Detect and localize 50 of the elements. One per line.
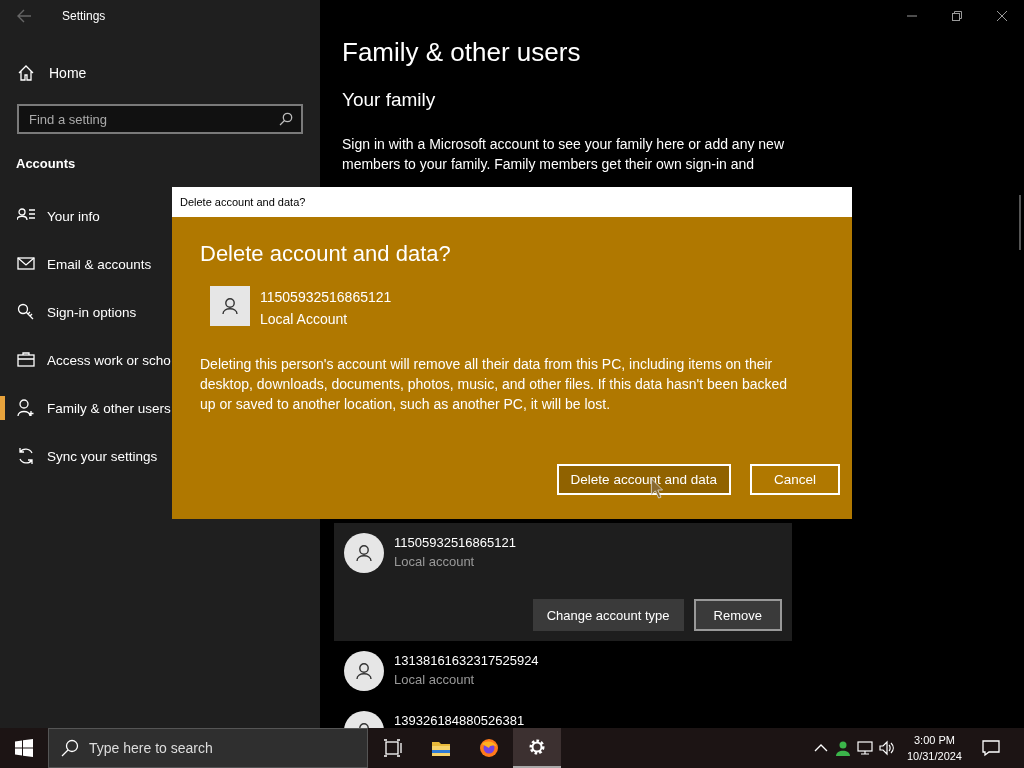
clock[interactable]: 3:00 PM 10/31/2024 — [906, 732, 962, 764]
person-icon[interactable] — [834, 740, 851, 756]
volume-icon[interactable] — [878, 740, 895, 756]
network-icon[interactable] — [856, 740, 873, 756]
account-type: Local Account — [260, 310, 349, 329]
section-title: Your family — [342, 88, 437, 112]
notification-icon[interactable] — [982, 739, 1000, 757]
description-text: Sign in with a Microsoft account to see your family here or add any new members to your family. Family members get their own sign-in and — [342, 135, 785, 174]
nav-item[interactable]: Sync your settings — [0, 432, 320, 480]
taskbar-app[interactable] — [513, 728, 561, 768]
account-name: 11505932516865121 — [260, 288, 392, 307]
key-icon — [17, 303, 35, 321]
window-title: Settings — [62, 9, 106, 23]
search-field[interactable]: Find a setting — [29, 106, 279, 132]
account-button[interactable]: Change account type — [532, 599, 684, 631]
warning-text: Deleting this person's account will remove all their data from this PC, including items on their desktop, downloads, documents, photos, music, and other files. If this data hasn't been backed up or saved to another location, such as another PC, it will be lost. — [200, 355, 789, 414]
user-row[interactable]: 13138161632317525924 Local account — [334, 641, 792, 701]
home-icon — [17, 64, 35, 82]
mail-icon — [17, 255, 35, 273]
search-icon — [279, 112, 293, 126]
user-name: 139326184880526381 — [394, 712, 525, 728]
account-button[interactable]: Remove — [693, 599, 782, 631]
avatar-icon — [210, 286, 250, 326]
user-name: 13138161632317525924 — [394, 652, 539, 670]
taskbar-search-box[interactable]: Type here to search — [48, 728, 368, 768]
avatar-icon — [344, 533, 384, 573]
user-name: 11505932516865121 — [394, 534, 516, 552]
page-title: Family & other users — [342, 36, 582, 69]
windows-icon — [15, 739, 33, 757]
avatar-icon — [344, 651, 384, 691]
browser-icon — [479, 738, 499, 758]
home-nav-item[interactable]: Home — [0, 49, 320, 97]
person-add-icon — [17, 399, 35, 417]
account-type: Local account — [394, 553, 476, 571]
account-type: Local account — [394, 671, 476, 689]
section-heading: Accounts — [15, 155, 77, 170]
dialog-button[interactable]: Cancel — [749, 464, 840, 495]
search-icon — [61, 739, 79, 757]
briefcase-icon — [17, 351, 35, 369]
gear-icon — [527, 737, 547, 757]
back-arrow-icon[interactable] — [16, 8, 32, 24]
taskbar-search-field[interactable]: Type here to search — [89, 729, 349, 767]
scrollbar[interactable] — [1019, 195, 1021, 250]
task-view-icon — [383, 738, 403, 758]
dialog-title: Delete account and data? — [172, 187, 852, 217]
user-card[interactable]: 11505932516865121 Local account Change account type Remove — [334, 523, 792, 641]
sync-icon — [17, 447, 35, 465]
search-box[interactable]: Find a setting — [17, 104, 303, 134]
dialog-heading: Delete account and data? — [200, 240, 452, 268]
dialog-button[interactable]: Delete account and data — [556, 464, 731, 495]
